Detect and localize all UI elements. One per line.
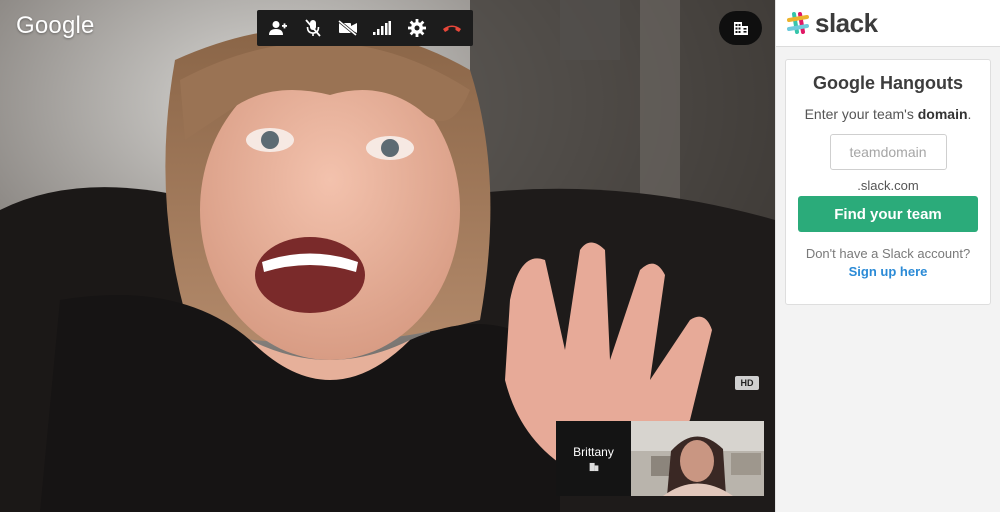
add-person-button[interactable] [263, 13, 293, 43]
settings-gear-icon [407, 19, 426, 37]
find-your-team-button[interactable]: Find your team [798, 196, 978, 232]
domain-suffix: .slack.com [857, 178, 919, 193]
signal-icon [373, 21, 392, 35]
slack-wordmark: slack [815, 7, 878, 38]
mute-mic-icon [305, 19, 321, 37]
slack-header: slack [776, 0, 1000, 47]
hangup-icon [442, 25, 461, 32]
domain-instruction: Enter your team's domain. [786, 106, 990, 122]
slack-hash-logo-icon [787, 12, 809, 34]
camera-off-icon [337, 20, 357, 36]
participant-name: Brittany [573, 445, 614, 459]
participant-video-thumbnail [631, 421, 764, 496]
camera-off-button[interactable] [333, 13, 363, 43]
instruction-prefix: Enter your team's [804, 106, 918, 122]
participant-building-icon [589, 462, 598, 472]
building-icon [733, 21, 748, 35]
add-person-icon [269, 21, 288, 35]
instruction-suffix: . [967, 106, 972, 122]
building-button[interactable] [719, 11, 762, 45]
mute-mic-button[interactable] [298, 13, 328, 43]
video-stage: Google HD Brittany [0, 0, 775, 512]
signal-button[interactable] [367, 13, 397, 43]
instruction-bold: domain [917, 106, 968, 122]
google-logo: Google [16, 12, 95, 39]
settings-button[interactable] [402, 13, 432, 43]
sign-up-link[interactable]: Sign up here [849, 264, 928, 279]
call-toolbar [257, 10, 473, 46]
slack-sidebar: slack Google Hangouts Enter your team's … [775, 0, 1000, 512]
team-login-card: Google Hangouts Enter your team's domain… [785, 59, 991, 305]
team-domain-input[interactable] [829, 134, 947, 170]
hd-badge: HD [735, 376, 759, 390]
participant-info: Brittany [556, 421, 631, 496]
participant-tile[interactable]: Brittany [556, 421, 764, 496]
hangup-button[interactable] [437, 13, 467, 43]
no-account-text: Don't have a Slack account? [805, 246, 971, 261]
card-title: Google Hangouts [813, 73, 963, 93]
hangouts-app: Google HD Brittany slack Google Hangouts… [0, 0, 1000, 512]
